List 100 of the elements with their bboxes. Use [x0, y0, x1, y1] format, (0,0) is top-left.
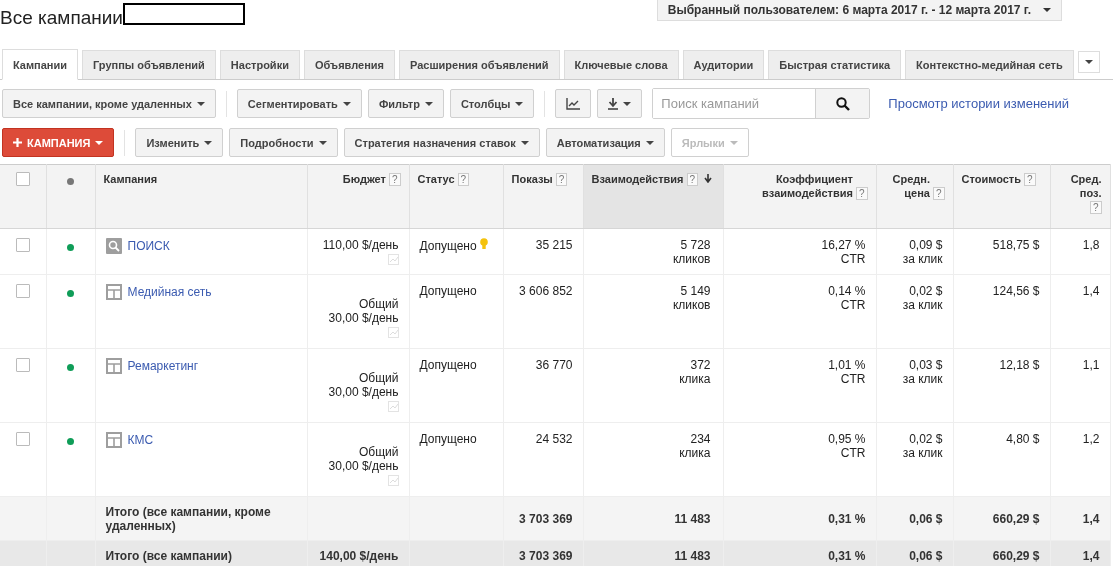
column-header[interactable]: Показы	[511, 172, 553, 186]
row-checkbox[interactable]	[15, 284, 30, 298]
campaign-link[interactable]: ПОИСК	[127, 239, 170, 253]
table-cell: 1,8	[1082, 238, 1100, 252]
table-cell-text: за клик	[901, 372, 943, 386]
column-header[interactable]: Сред. поз.	[1065, 172, 1102, 200]
column-header[interactable]: Статус	[417, 172, 455, 186]
dropdown-button[interactable]: Стратегия назначения ставок	[343, 128, 540, 157]
status-text: Допущено	[419, 239, 477, 253]
table-cell-text: 234	[689, 432, 711, 446]
table-cell-text: 0,14 %	[827, 284, 866, 298]
download-button[interactable]	[597, 89, 643, 118]
caret-icon	[204, 140, 213, 145]
total-label: Итого (все кампании)	[105, 549, 232, 563]
add-campaign-button[interactable]: КАМПАНИЯ	[2, 128, 115, 157]
plus-icon	[13, 138, 22, 147]
help-icon[interactable]: ?	[932, 187, 945, 200]
search-field[interactable]: Поиск кампаний	[652, 88, 871, 119]
table-cell-text: CTR	[839, 372, 866, 386]
budget-type: Общий	[358, 371, 399, 385]
tab[interactable]: Быстрая статистика	[768, 50, 902, 79]
caret-icon	[645, 140, 654, 145]
table-cell: 3 606 852	[519, 284, 573, 298]
table-cell-text: 0,02 $	[908, 432, 943, 446]
dropdown-button[interactable]: Автоматизация	[545, 128, 665, 157]
search-icon	[105, 238, 122, 254]
campaign-link[interactable]: Ремаркетинг	[127, 359, 199, 373]
dropdown-button[interactable]: Подробности	[229, 128, 338, 157]
tab[interactable]: Расширения объявлений	[398, 50, 560, 79]
table-cell: 1,4	[1082, 549, 1100, 563]
row-checkbox[interactable]	[15, 358, 30, 372]
help-icon[interactable]: ?	[686, 173, 699, 186]
dropdown-button[interactable]: Столбцы	[449, 89, 535, 118]
tab[interactable]: Настройки	[219, 50, 300, 79]
dropdown-button[interactable]: Изменить	[135, 128, 224, 157]
help-icon[interactable]: ?	[457, 173, 470, 186]
caret-icon	[424, 101, 433, 106]
tab[interactable]: Кампании	[2, 49, 79, 80]
tab[interactable]: Объявления	[303, 50, 395, 79]
layout-icon	[105, 284, 122, 300]
search-icon	[835, 96, 850, 111]
dropdown-button[interactable]: Фильтр	[367, 89, 444, 118]
search-button[interactable]	[815, 89, 870, 118]
table-cell-text: за клик	[901, 446, 943, 460]
table-cell-text: 5 728	[679, 238, 711, 252]
column-header[interactable]: Бюджет	[342, 172, 386, 186]
row-checkbox[interactable]	[15, 238, 30, 252]
column-header[interactable]: Средн. цена	[885, 172, 930, 200]
help-icon[interactable]: ?	[1089, 201, 1102, 214]
lightbulb-icon[interactable]	[479, 238, 488, 250]
row-checkbox[interactable]	[15, 432, 30, 446]
table-cell-text: 1,01 %	[827, 358, 866, 372]
column-header[interactable]: Кампания	[103, 172, 158, 186]
table-cell: 4,80 $	[1006, 432, 1040, 446]
select-all-checkbox[interactable]	[15, 172, 30, 186]
tab[interactable]: Ключевые слова	[563, 50, 679, 79]
date-range-button[interactable]: Выбранный пользователем: 6 марта 2017 г. - 12 марта 2017 г.	[656, 0, 1062, 21]
column-header[interactable]: Стоимость	[961, 172, 1021, 186]
table-cell: 3 703 369	[519, 549, 573, 563]
help-icon[interactable]: ?	[555, 173, 568, 186]
table-cell: 1,2	[1082, 432, 1100, 446]
history-link[interactable]: Просмотр истории изменений	[888, 96, 1069, 111]
budget-value: 30,00 $/день	[327, 311, 399, 325]
chart-button[interactable]	[555, 89, 592, 118]
column-header[interactable]: Взаимодействия	[591, 172, 684, 186]
caret-icon	[520, 140, 529, 145]
table-cell: 0,06 $	[909, 511, 943, 526]
table-cell-text: 0,95 %	[827, 432, 866, 446]
tab[interactable]: Контекстно-медийная сеть	[905, 50, 1074, 79]
table-cell: 660,29 $	[992, 549, 1040, 563]
caret-icon	[1084, 60, 1093, 64]
budget-type: Общий	[358, 445, 399, 459]
dropdown-button[interactable]: Сегментировать	[236, 89, 362, 118]
table-cell-text: 0,09 $	[908, 238, 943, 252]
caret-icon	[623, 101, 632, 106]
table-cell-text: кликов	[671, 298, 711, 312]
tab[interactable]: Группы объявлений	[82, 50, 216, 79]
table-cell: 518,75 $	[992, 238, 1040, 252]
campaign-link[interactable]: КМС	[127, 433, 154, 447]
tab[interactable]: Аудитории	[682, 50, 765, 79]
table-cell: 12,18 $	[999, 358, 1040, 372]
table-cell: 11 483	[674, 511, 711, 526]
table-cell: 0,06 $	[909, 549, 943, 563]
column-header[interactable]: Коэффициент взаимодействия	[742, 172, 853, 200]
status-text: Допущено	[419, 358, 477, 372]
table-cell: 140,00 $/день	[319, 549, 399, 563]
dropdown-button[interactable]: Все кампании, кроме удаленных	[2, 89, 216, 118]
table-cell: 1,1	[1082, 358, 1100, 372]
table-cell-text: 0,02 $	[908, 284, 943, 298]
campaign-link[interactable]: Медийная сеть	[127, 285, 212, 299]
caret-icon	[318, 140, 327, 145]
help-icon[interactable]: ?	[388, 173, 401, 186]
budget-value: 30,00 $/день	[327, 385, 399, 399]
help-icon[interactable]: ?	[1024, 173, 1036, 186]
more-tabs-button[interactable]	[1077, 51, 1100, 73]
table-cell-text: 5 149	[679, 284, 711, 298]
budget-value: 30,00 $/день	[327, 459, 399, 473]
table-cell: 35 215	[535, 238, 573, 252]
page-title: Все кампании	[0, 8, 123, 28]
help-icon[interactable]: ?	[855, 187, 868, 200]
